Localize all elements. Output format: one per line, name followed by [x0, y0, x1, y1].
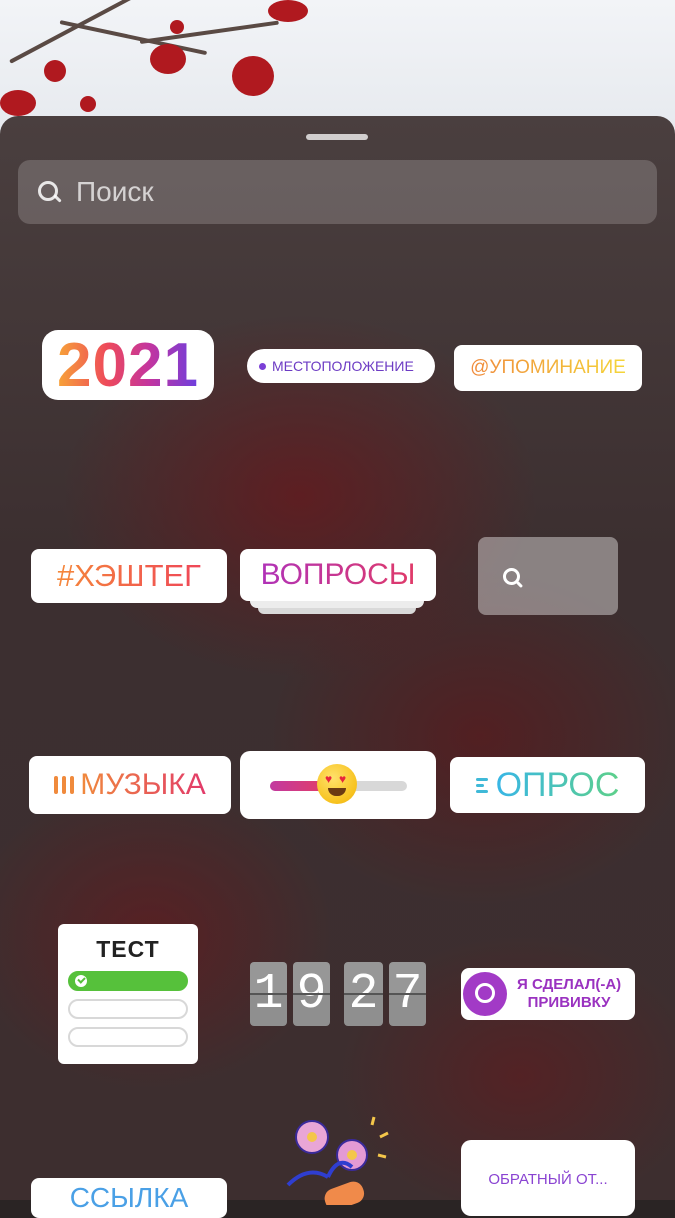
heart-logo-icon [463, 972, 507, 1016]
poll-lines-icon [475, 777, 488, 793]
heart-eyes-emoji-icon: ♥ ♥ [317, 764, 357, 804]
check-icon [75, 975, 87, 987]
flower-icon [286, 1116, 389, 1205]
sticker-vaccine-line2: ПРИВИВКУ [527, 994, 611, 1011]
quiz-option [68, 999, 188, 1019]
sticker-vaccine-line1: Я СДЕЛАЛ(-А) [517, 976, 622, 993]
sticker-2021-label: 2021 [57, 330, 199, 400]
quiz-option [68, 1027, 188, 1047]
search-field[interactable]: Поиск [18, 160, 657, 224]
sticker-vaccine[interactable]: Я СДЕЛАЛ(-А) ПРИВИВКУ [461, 968, 635, 1020]
quiz-option-correct [68, 971, 188, 991]
sticker-quiz-title: ТЕСТ [96, 936, 160, 962]
sticker-hashtag-label: #ХЭШТЕГ [57, 558, 201, 593]
sticker-link-label: ССЫЛКА [69, 1182, 189, 1213]
sticker-music-label: МУЗЫКА [80, 768, 206, 801]
sticker-feedback[interactable]: ОБРАТНЫЙ ОТ... [461, 1140, 635, 1216]
sticker-mention[interactable]: @УПОМИНАНИЕ [454, 345, 642, 391]
sticker-location-label: МЕСТОПОЛОЖЕНИЕ [272, 358, 414, 374]
sticker-flowers[interactable] [268, 1115, 394, 1205]
sticker-poll-label: ОПРОС [495, 765, 620, 804]
sticker-feedback-label: ОБРАТНЫЙ ОТ... [488, 1171, 608, 1188]
sticker-mention-label: @УПОМИНАНИЕ [470, 357, 626, 378]
sticker-location[interactable]: МЕСТОПОЛОЖЕНИЕ [247, 349, 435, 383]
sticker-hashtag[interactable]: #ХЭШТЕГ [31, 549, 227, 603]
countdown-digit: 1 [250, 962, 288, 1026]
sticker-questions-label: ВОПРОСЫ [260, 558, 416, 591]
countdown-digit: 9 [293, 962, 331, 1026]
countdown-digit: 7 [389, 962, 427, 1026]
sticker-poll[interactable]: ОПРОС [450, 757, 645, 813]
search-icon [36, 179, 62, 205]
sticker-countdown[interactable]: 1 9 2 7 [250, 962, 427, 1026]
sticker-emoji-slider[interactable]: ♥ ♥ [240, 751, 436, 819]
sticker-gif-search[interactable] [478, 537, 618, 615]
location-pin-icon [259, 362, 266, 370]
sticker-quiz[interactable]: ТЕСТ [58, 924, 198, 1064]
music-bars-icon [54, 776, 75, 794]
sticker-2021[interactable]: 2021 [42, 330, 214, 400]
search-placeholder: Поиск [76, 176, 154, 207]
sheet-grabber[interactable] [306, 134, 368, 140]
sticker-link[interactable]: ССЫЛКА [31, 1178, 227, 1218]
sticker-questions[interactable]: ВОПРОСЫ [240, 549, 436, 601]
countdown-digit: 2 [344, 962, 383, 1026]
sticker-music[interactable]: МУЗЫКА [29, 756, 231, 814]
